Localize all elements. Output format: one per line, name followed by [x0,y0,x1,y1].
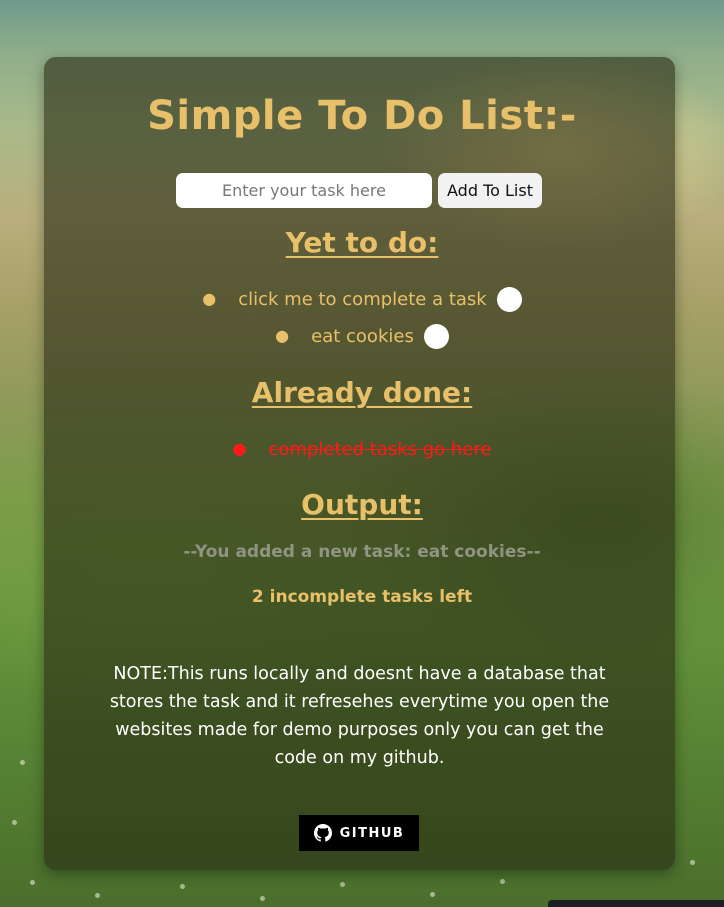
add-to-list-button[interactable]: Add To List [438,173,542,208]
yet-to-do-heading: Yet to do: [285,226,439,259]
flower-dot [430,892,435,897]
task-input[interactable] [176,173,432,208]
flower-dot [180,884,185,889]
incomplete-count: 2 incomplete tasks left [251,587,473,607]
todo-item[interactable]: ● eat cookies [0,322,724,350]
bullet-icon: ● [232,439,247,458]
github-icon [313,824,332,842]
done-item-label: completed tasks go here [268,438,492,460]
output-heading: Output: [301,488,423,521]
done-item: ● completed tasks go here [0,435,724,463]
already-done-heading: Already done: [251,376,473,409]
flower-dot [500,879,505,884]
flower-dot [12,820,17,825]
complete-toggle-circle[interactable] [423,323,449,349]
todo-item-label[interactable]: click me to complete a task [238,289,487,310]
complete-toggle-circle[interactable] [496,286,522,312]
flower-dot [95,893,100,898]
todo-item-label[interactable]: eat cookies [311,326,414,347]
note-text: NOTE:This runs locally and doesnt have a… [109,664,610,768]
flower-dot [30,880,35,885]
corner-overlay-bar [548,900,724,907]
page-title: Simple To Do List:- [147,93,577,139]
flower-dot [20,760,25,765]
todo-item[interactable]: ● click me to complete a task [0,285,724,313]
flower-dot [260,896,265,901]
output-message: --You added a new task: eat cookies-- [183,542,541,562]
bullet-icon: ● [275,326,290,345]
bullet-icon: ● [202,289,217,308]
flower-dot [690,860,695,865]
github-label: GITHUB [339,825,405,841]
github-button[interactable]: GITHUB [299,815,419,851]
flower-dot [340,882,345,887]
